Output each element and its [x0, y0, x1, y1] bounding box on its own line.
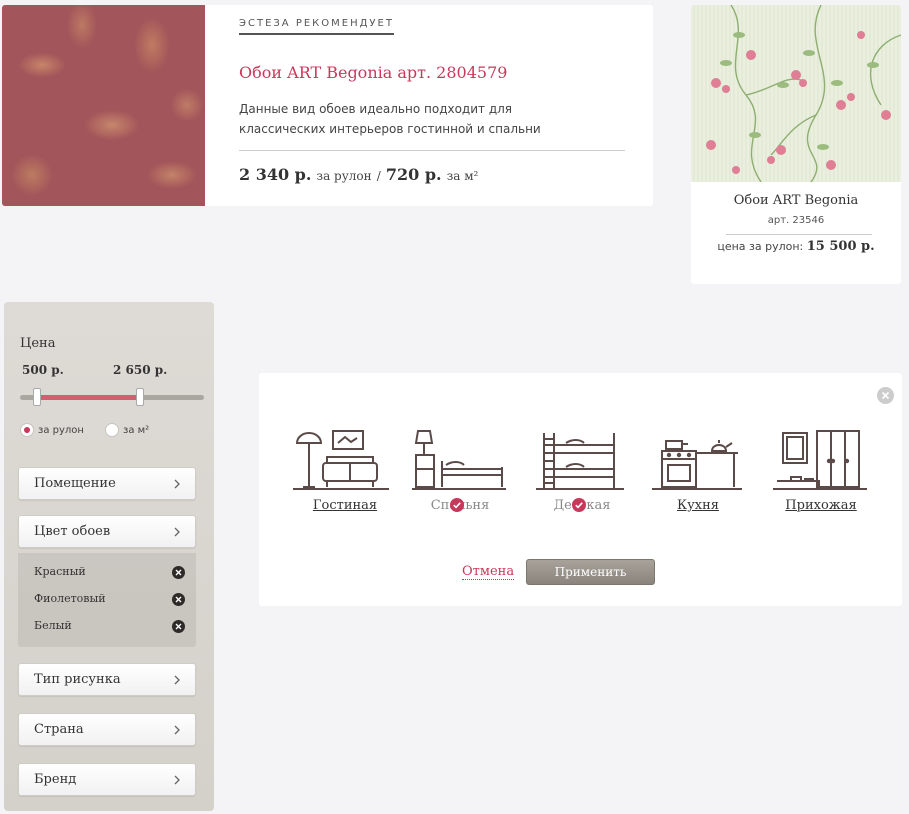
room-label[interactable]: Детская: [522, 498, 642, 513]
kids-room-icon: [536, 433, 624, 490]
bedroom-icon: [412, 430, 506, 490]
hallway-icon: [773, 430, 867, 490]
unit-m2-label: за м²: [123, 424, 150, 436]
remove-icon[interactable]: [172, 620, 185, 633]
unit-radio-roll[interactable]: за рулон: [20, 423, 84, 437]
product-price: 2 340 р. за рулон / 720 р. за м²: [239, 165, 478, 184]
filter-pattern-button[interactable]: Тип рисунка: [18, 663, 196, 696]
room-label[interactable]: Спальня: [400, 498, 520, 513]
price-slider-range: [36, 395, 140, 400]
price-slider-track[interactable]: [20, 395, 204, 400]
product-title-link[interactable]: Обои ART Begonia арт. 2804579: [239, 63, 507, 82]
selected-color-item: Фиолетовый: [34, 592, 106, 605]
remove-icon[interactable]: [172, 566, 185, 579]
cancel-link[interactable]: Отмена: [462, 564, 515, 580]
room-option-kids[interactable]: Детская: [522, 429, 642, 529]
apply-button[interactable]: Применить: [526, 559, 655, 585]
selected-color-item: Белый: [34, 619, 72, 632]
chevron-right-icon: [174, 527, 180, 537]
chevron-right-icon: [174, 775, 180, 785]
divider: [726, 234, 872, 235]
selected-color-item: Красный: [34, 565, 86, 578]
price-per-roll: 2 340 р.: [239, 165, 312, 184]
filter-brand-button[interactable]: Бренд: [18, 763, 196, 796]
product-card[interactable]: Обои ART Begonia арт. 23546 цена за руло…: [691, 5, 901, 284]
filter-brand-label: Бренд: [34, 772, 77, 787]
selected-colors-list: Красный Фиолетовый Белый: [18, 553, 196, 647]
filter-room-label: Помещение: [34, 476, 116, 491]
price-slider-max-handle[interactable]: [135, 388, 144, 406]
filter-country-label: Страна: [34, 722, 84, 737]
price-separator: /: [376, 169, 381, 183]
chevron-right-icon: [174, 675, 180, 685]
product-article: арт. 23546: [767, 215, 825, 226]
room-label[interactable]: Кухня: [638, 498, 758, 513]
room-label[interactable]: Прихожая: [761, 498, 881, 513]
chevron-right-icon: [174, 479, 180, 489]
product-description: Данные вид обоев идеально подходит для к…: [239, 102, 541, 136]
filter-color-button[interactable]: Цвет обоев: [18, 515, 196, 548]
room-option-hallway[interactable]: Прихожая: [761, 429, 881, 529]
wallpaper-image[interactable]: [2, 5, 205, 206]
per-m2-label: за м²: [446, 169, 479, 183]
price-label: цена за рулон:: [717, 240, 804, 253]
filter-panel: Цена 500 р. 2 650 р. за рулон за м² Поме…: [4, 302, 214, 811]
price-filter-title: Цена: [20, 336, 56, 351]
room-option-bedroom[interactable]: Спальня: [400, 429, 520, 529]
price-slider-min-handle[interactable]: [32, 388, 41, 406]
per-roll-label: за рулон: [316, 169, 372, 183]
filter-pattern-label: Тип рисунка: [34, 672, 121, 687]
check-circle-icon: [572, 498, 586, 512]
divider: [239, 150, 625, 151]
check-circle-icon: [450, 498, 464, 512]
recommended-label: ЭСТЕЗА РЕКОМЕНДУЕТ: [239, 18, 394, 35]
filter-country-button[interactable]: Страна: [18, 713, 196, 746]
room-label[interactable]: Гостиная: [285, 498, 405, 513]
recommended-card: ЭСТЕЗА РЕКОМЕНДУЕТ Обои ART Begonia арт.…: [2, 5, 653, 206]
price-per-m2: 720 р.: [385, 165, 442, 184]
radio-selected-icon[interactable]: [20, 423, 34, 437]
product-name[interactable]: Обои ART Begonia: [691, 193, 901, 208]
price-min-value: 500 р.: [22, 363, 64, 377]
filter-room-button[interactable]: Помещение: [18, 467, 196, 500]
kitchen-icon: [652, 440, 742, 490]
chevron-right-icon: [174, 725, 180, 735]
room-option-living[interactable]: Гостиная: [285, 429, 405, 529]
remove-icon[interactable]: [172, 593, 185, 606]
radio-empty-icon[interactable]: [105, 423, 119, 437]
room-option-kitchen[interactable]: Кухня: [638, 429, 758, 529]
living-room-icon: [293, 430, 389, 490]
room-picker-popup: Гостиная Спальня Де: [259, 373, 902, 606]
product-price: цена за рулон: 15 500 р.: [691, 239, 901, 254]
price-max-value: 2 650 р.: [113, 363, 168, 377]
close-icon[interactable]: [877, 387, 894, 404]
unit-radio-m2[interactable]: за м²: [105, 423, 149, 437]
product-image[interactable]: [691, 5, 901, 182]
price-value: 15 500 р.: [806, 239, 875, 254]
filter-color-label: Цвет обоев: [34, 524, 111, 539]
unit-roll-label: за рулон: [38, 424, 84, 436]
